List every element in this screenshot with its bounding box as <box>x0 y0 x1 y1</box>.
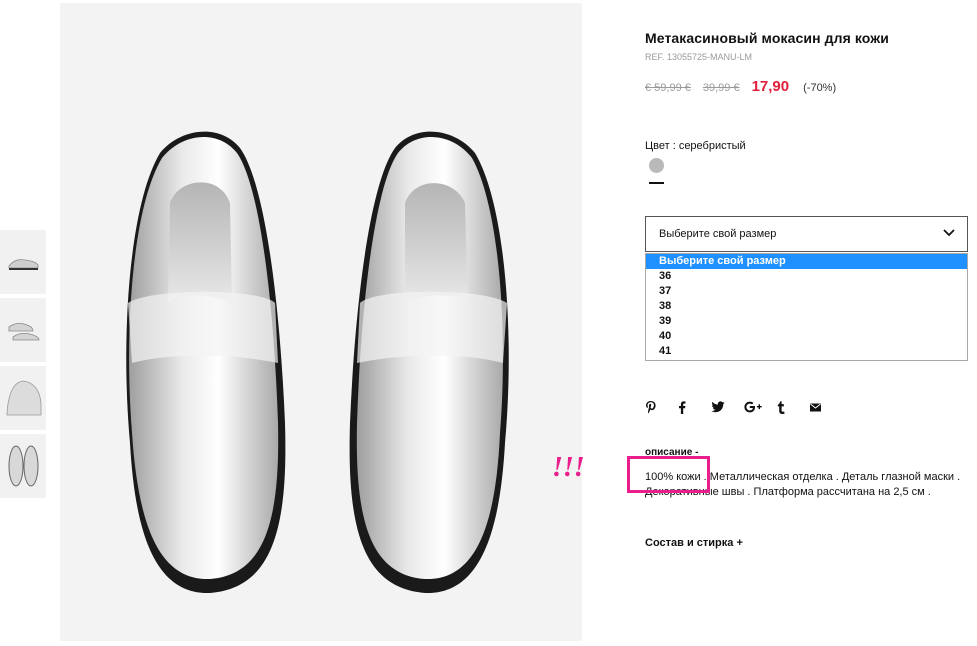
original-price: € 59,99 € <box>645 82 691 94</box>
size-option-41[interactable]: 41 <box>646 344 967 359</box>
size-option-placeholder[interactable]: Выберите свой размер <box>646 254 967 269</box>
left-shoe <box>126 131 286 594</box>
size-select-value: Выберите свой размер <box>659 228 777 240</box>
tumblr-icon[interactable] <box>777 400 810 414</box>
annotation-highlight-box <box>627 456 710 493</box>
chevron-down-icon <box>943 228 955 240</box>
color-label: Цвет : серебристый <box>645 140 746 152</box>
composition-care-toggle[interactable]: Состав и стирка + <box>645 537 743 549</box>
thumbnail-pair-view[interactable] <box>0 298 46 362</box>
size-option-37[interactable]: 37 <box>646 284 967 299</box>
selected-swatch-indicator <box>649 182 664 184</box>
thumbnail-list <box>0 230 46 502</box>
facebook-icon[interactable] <box>678 400 711 414</box>
thumbnail-side-view[interactable] <box>0 230 46 294</box>
size-option-40[interactable]: 40 <box>646 329 967 344</box>
annotation-exclamation: !!! <box>552 452 585 483</box>
email-icon[interactable] <box>810 403 843 412</box>
twitter-icon[interactable] <box>711 401 744 413</box>
price-row: € 59,99 € 39,99 € 17,90 (-70%) <box>645 78 836 95</box>
current-price: 17,90 <box>751 78 790 95</box>
size-dropdown-list: Выберите свой размер 36 37 38 39 40 41 <box>645 253 968 361</box>
product-title: Метакасиновый мокасин для кожи <box>645 30 889 46</box>
size-option-36[interactable]: 36 <box>646 269 967 284</box>
color-swatch-silver[interactable] <box>649 158 664 173</box>
right-shoe <box>349 131 509 594</box>
size-option-38[interactable]: 38 <box>646 299 967 314</box>
google-plus-icon[interactable] <box>744 401 777 413</box>
size-option-39[interactable]: 39 <box>646 314 967 329</box>
product-reference: REF. 13055725-MANU-LM <box>645 52 753 62</box>
thumbnail-detail-view[interactable] <box>0 366 46 430</box>
share-icons <box>645 400 843 414</box>
discount-badge: (-70%) <box>803 82 837 94</box>
previous-price: 39,99 € <box>702 82 740 94</box>
product-main-image <box>60 3 582 641</box>
thumbnail-top-view[interactable] <box>0 434 46 498</box>
size-select[interactable]: Выберите свой размер <box>645 216 968 252</box>
pinterest-icon[interactable] <box>645 400 678 414</box>
